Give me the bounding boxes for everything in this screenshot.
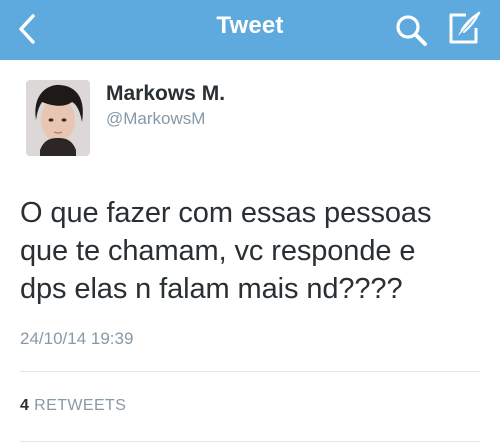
tweet-text-line: O que fazer com essas pessoas <box>20 197 432 229</box>
search-icon <box>396 15 427 46</box>
tweet-text: O que fazer com essas pessoas que te cha… <box>20 194 490 308</box>
author-name[interactable]: Markows M. <box>106 82 225 106</box>
tweet-text-line: que te chamam, vc responde e <box>20 235 416 267</box>
chevron-left-icon <box>19 14 35 44</box>
retweet-count: 4 <box>20 397 30 414</box>
tweet-timestamp: 24/10/14 19:39 <box>20 329 134 348</box>
user-photo-icon <box>26 80 90 156</box>
compose-icon <box>449 11 481 44</box>
divider <box>20 371 480 372</box>
navigation-bar: Tweet <box>0 0 500 60</box>
avatar[interactable] <box>26 80 90 156</box>
compose-button[interactable] <box>444 9 484 49</box>
author-handle[interactable]: @MarkowsM <box>106 109 205 129</box>
search-button[interactable] <box>392 11 430 49</box>
divider <box>20 441 480 442</box>
back-button[interactable] <box>12 11 42 47</box>
retweet-label: RETWEETS <box>34 397 127 414</box>
retweets-stat[interactable]: 4 RETWEETS <box>20 397 126 415</box>
tweet-text-line: dps elas n falam mais nd???? <box>20 273 403 305</box>
